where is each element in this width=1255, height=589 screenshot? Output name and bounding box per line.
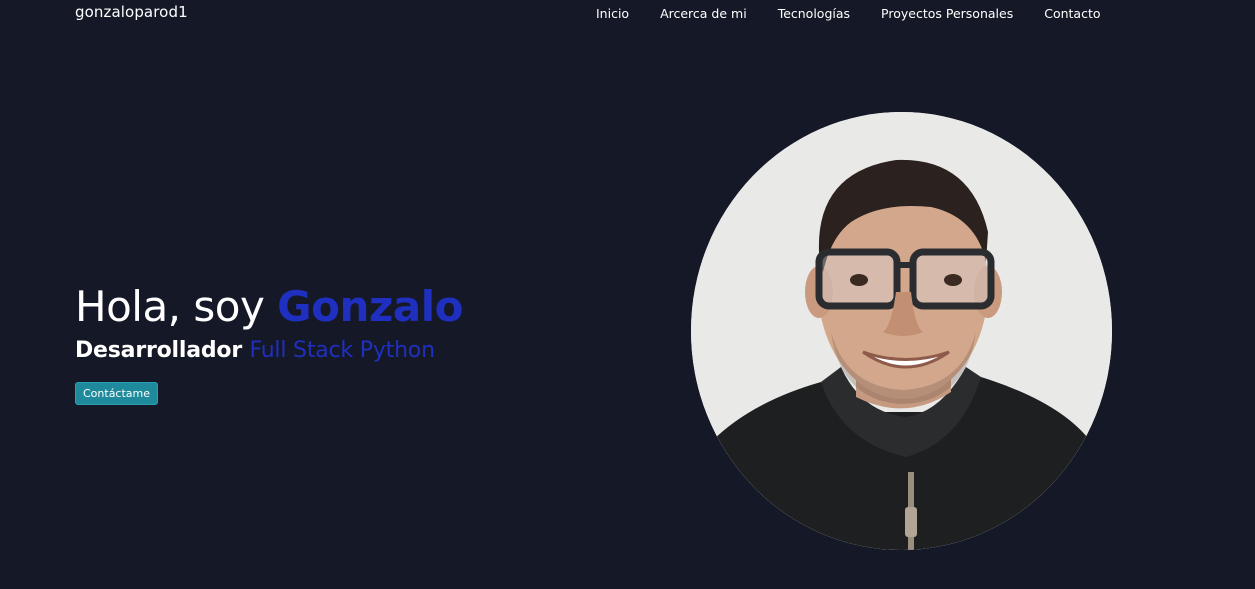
hero-greeting: Hola, soy — [75, 282, 278, 331]
nav-item-contacto: Contacto — [1044, 6, 1100, 21]
nav-item-acerca: Arcerca de mi — [660, 6, 747, 21]
hero-text: Hola, soy Gonzalo Desarrollador Full Sta… — [75, 282, 463, 405]
nav-item-inicio: Inicio — [596, 6, 629, 21]
nav-menu: Inicio Arcerca de mi Tecnologías Proyect… — [596, 6, 1101, 21]
hero-role-prefix: Desarrollador — [75, 338, 250, 363]
nav-link-proyectos[interactable]: Proyectos Personales — [881, 6, 1013, 21]
nav-link-acerca[interactable]: Arcerca de mi — [660, 6, 747, 21]
hero-name: Gonzalo — [277, 282, 463, 331]
profile-photo — [691, 112, 1112, 550]
nav-link-inicio[interactable]: Inicio — [596, 6, 629, 21]
nav-item-proyectos: Proyectos Personales — [881, 6, 1013, 21]
contact-button[interactable]: Contáctame — [75, 382, 159, 405]
brand-link[interactable]: gonzaloparod1 — [75, 3, 188, 21]
page: gonzaloparod1 Inicio Arcerca de mi Tecno… — [0, 0, 1255, 589]
hero-title: Hola, soy Gonzalo — [75, 282, 463, 332]
nav-link-contacto[interactable]: Contacto — [1044, 6, 1100, 21]
hero-role-highlight: Full Stack Python — [249, 338, 435, 363]
hero-subtitle: Desarrollador Full Stack Python — [75, 336, 463, 366]
nav-item-tecnologias: Tecnologías — [778, 6, 850, 21]
nav-link-tecnologias[interactable]: Tecnologías — [778, 6, 850, 21]
profile-photo-illustration — [691, 112, 1112, 550]
